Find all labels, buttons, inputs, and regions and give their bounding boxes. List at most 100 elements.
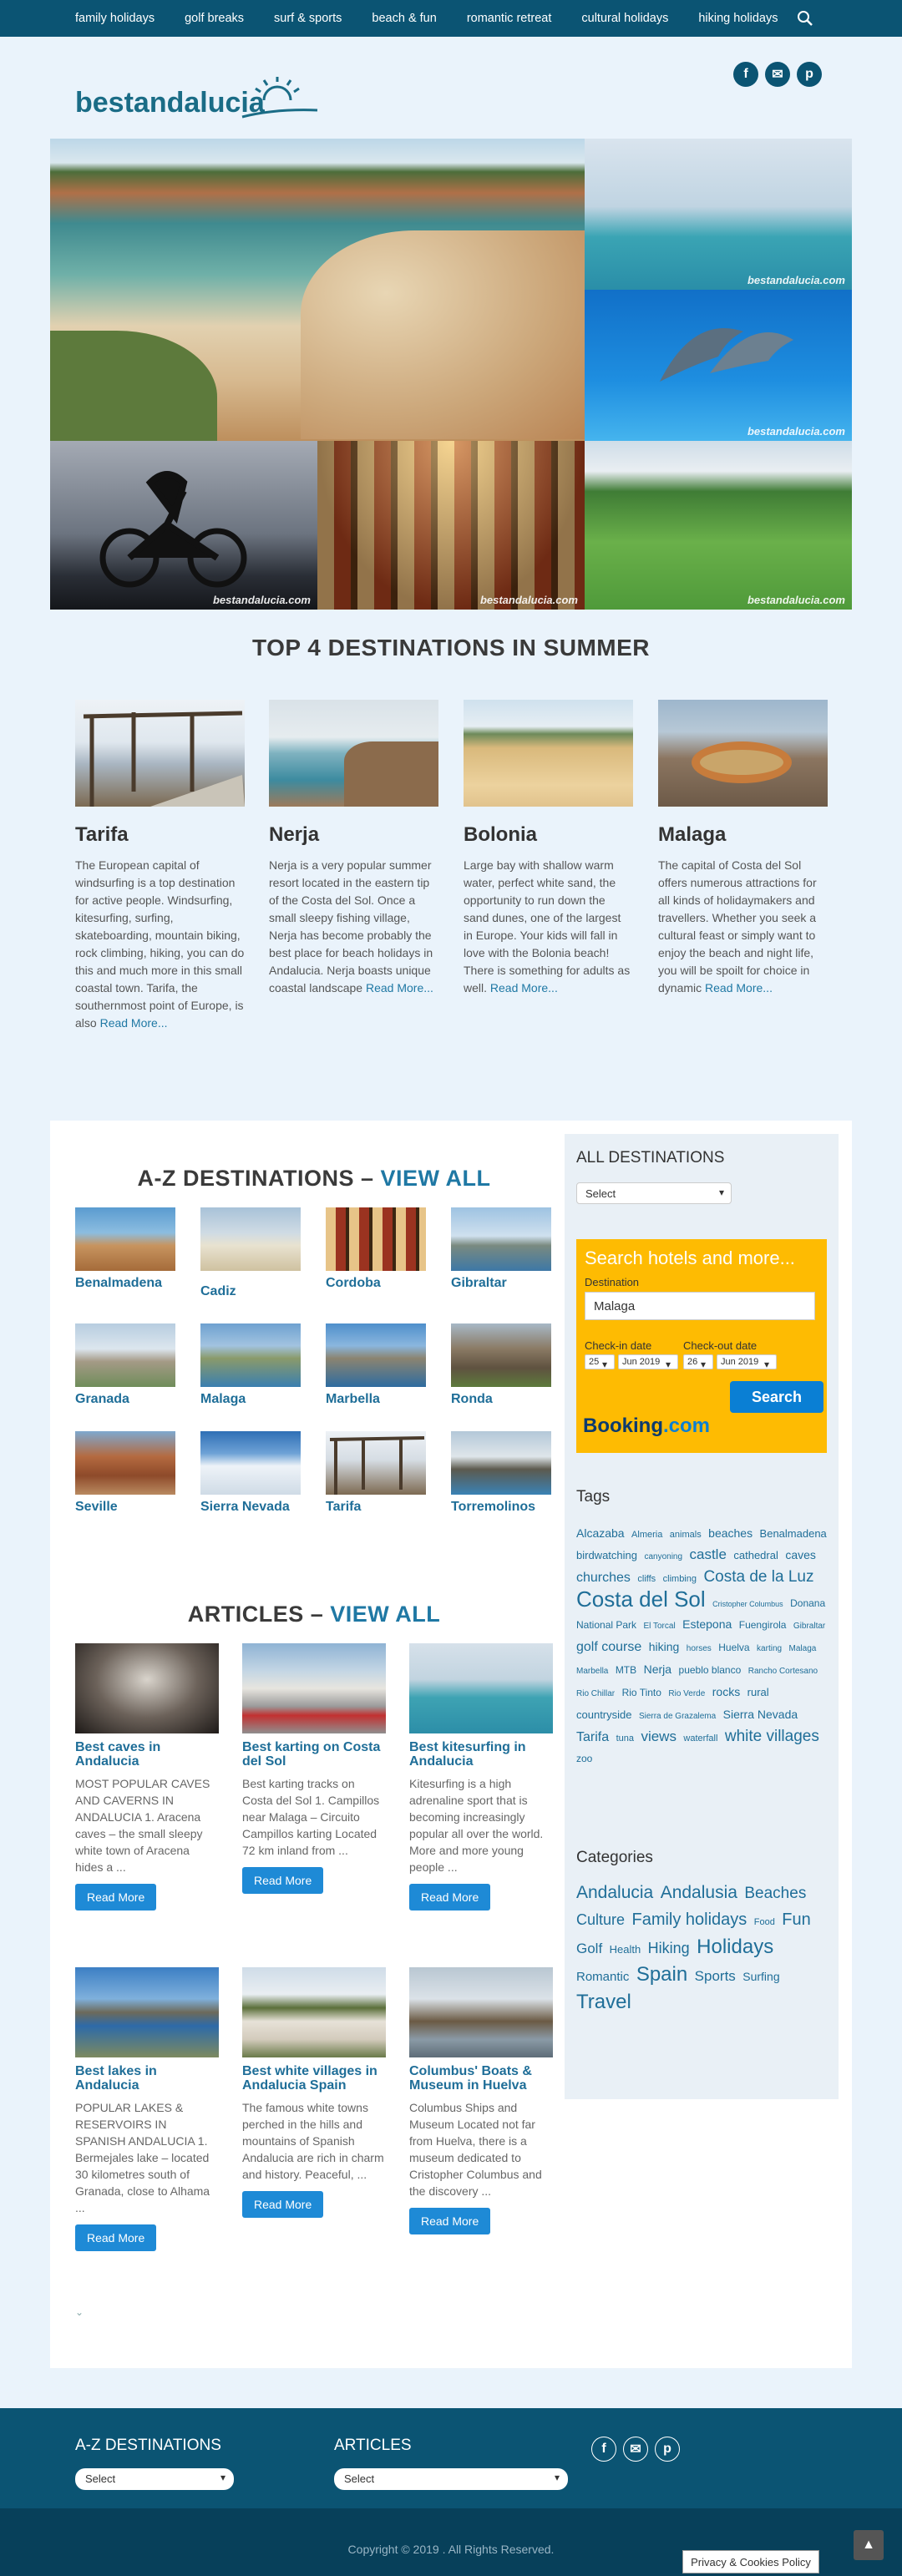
nav-cultural-holidays[interactable]: cultural holidays <box>581 12 668 25</box>
tag-link[interactable]: Fuengirola <box>739 1619 787 1631</box>
footer-articles-select[interactable]: Select <box>334 2468 568 2490</box>
tag-link[interactable]: golf course <box>576 1640 641 1654</box>
category-link[interactable]: Food <box>754 1917 775 1927</box>
read-more-button[interactable]: Read More <box>409 2208 491 2234</box>
az-item-cadiz[interactable]: Cadiz <box>200 1207 301 1299</box>
search-icon[interactable] <box>797 10 813 27</box>
checkin-day-select[interactable]: 25 <box>585 1354 615 1370</box>
dest-image[interactable] <box>75 700 245 807</box>
tag-link[interactable]: cliffs <box>637 1574 656 1584</box>
hero-beach-photo[interactable] <box>50 139 585 441</box>
dest-image[interactable] <box>269 700 438 807</box>
hero-mtb-photo[interactable]: bestandalucia.com <box>50 441 317 610</box>
nav-family-holidays[interactable]: family holidays <box>75 12 155 25</box>
tag-link[interactable]: pueblo blanco <box>679 1664 742 1676</box>
tag-link[interactable]: El Torcal <box>644 1622 676 1631</box>
facebook-icon[interactable]: f <box>733 62 758 87</box>
tag-link[interactable]: rocks <box>712 1685 740 1698</box>
category-link[interactable]: Surfing <box>742 1970 779 1983</box>
read-more-link[interactable]: Read More... <box>100 1016 168 1030</box>
article-title[interactable]: Best caves in Andalucia <box>75 1740 219 1769</box>
nav-golf-breaks[interactable]: golf breaks <box>185 12 244 25</box>
article-title[interactable]: Best kitesurfing in Andalucia <box>409 1740 553 1769</box>
pinterest-icon[interactable]: p <box>797 62 822 87</box>
tag-link[interactable]: Gibraltar <box>793 1622 825 1631</box>
article-image[interactable] <box>75 1967 219 2057</box>
category-link[interactable]: Sports <box>695 1968 736 1984</box>
tag-link[interactable]: Alcazaba <box>576 1526 625 1540</box>
dest-title[interactable]: Tarifa <box>75 823 245 847</box>
destination-input[interactable]: Malaga <box>585 1292 815 1320</box>
back-to-top-icon[interactable]: ▲ <box>854 2530 884 2560</box>
article-image[interactable] <box>409 1643 553 1733</box>
tag-link[interactable]: beaches <box>708 1526 753 1540</box>
category-link[interactable]: Travel <box>576 1991 631 2013</box>
tag-link[interactable]: cathedral <box>733 1549 778 1561</box>
category-link[interactable]: Hiking <box>648 1940 690 1956</box>
dest-image[interactable] <box>658 700 828 807</box>
tag-link[interactable]: animals <box>670 1530 702 1540</box>
tag-link[interactable]: MTB <box>616 1664 636 1676</box>
all-destinations-select[interactable]: Select <box>576 1182 732 1204</box>
az-item-seville[interactable]: Seville <box>75 1431 175 1515</box>
article-title[interactable]: Best lakes in Andalucia <box>75 2064 219 2093</box>
tag-link[interactable]: Sierra Nevada <box>723 1708 798 1721</box>
tag-link[interactable]: waterfall <box>683 1733 717 1743</box>
tag-link[interactable]: Malaga <box>789 1644 817 1653</box>
pinterest-icon[interactable]: p <box>655 2437 680 2462</box>
tag-link[interactable]: castle <box>690 1546 727 1562</box>
article-image[interactable] <box>409 1967 553 2057</box>
tag-link[interactable]: hiking <box>649 1640 680 1653</box>
dest-image[interactable] <box>464 700 633 807</box>
tag-link[interactable]: Marbella <box>576 1667 608 1676</box>
tag-link[interactable]: Rancho Cortesano <box>748 1667 818 1676</box>
tag-link[interactable]: Rio Chillar <box>576 1689 615 1698</box>
facebook-icon[interactable]: f <box>591 2437 616 2462</box>
hero-golf-photo[interactable]: bestandalucia.com <box>585 441 852 610</box>
category-link[interactable]: Beaches <box>744 1885 806 1902</box>
category-link[interactable]: Holidays <box>697 1936 773 1958</box>
articles-view-all-link[interactable]: VIEW ALL <box>330 1602 440 1627</box>
tag-link[interactable]: karting <box>757 1644 782 1653</box>
privacy-policy-button[interactable]: Privacy & Cookies Policy <box>682 2550 819 2573</box>
tag-link[interactable]: climbing <box>663 1574 697 1584</box>
category-link[interactable]: Culture <box>576 1911 625 1928</box>
tag-link[interactable]: Estepona <box>682 1617 732 1631</box>
read-more-link[interactable]: Read More... <box>366 981 433 994</box>
az-item-torremolinos[interactable]: Torremolinos <box>451 1431 551 1515</box>
hotel-search-button[interactable]: Search <box>730 1381 823 1413</box>
tag-link[interactable]: horses <box>687 1644 712 1653</box>
dest-title[interactable]: Malaga <box>658 823 828 847</box>
tag-link[interactable]: tuna <box>616 1733 634 1743</box>
checkout-day-select[interactable]: 26 <box>683 1354 713 1370</box>
az-item-malaga[interactable]: Malaga <box>200 1323 301 1407</box>
checkout-month-select[interactable]: Jun 2019 <box>717 1354 777 1370</box>
article-image[interactable] <box>242 1643 386 1733</box>
az-item-ronda[interactable]: Ronda <box>451 1323 551 1407</box>
tag-link[interactable]: Huelva <box>718 1642 749 1653</box>
read-more-button[interactable]: Read More <box>242 2191 324 2218</box>
article-title[interactable]: Best karting on Costa del Sol <box>242 1740 386 1769</box>
email-icon[interactable]: ✉ <box>623 2437 648 2462</box>
tag-link[interactable]: churches <box>576 1571 631 1585</box>
chevron-down-icon[interactable]: ⌄ <box>75 2306 84 2318</box>
site-logo[interactable]: bestandalucia <box>75 77 326 127</box>
nav-hiking-holidays[interactable]: hiking holidays <box>698 12 778 25</box>
tag-link[interactable]: birdwatching <box>576 1549 637 1561</box>
az-item-cordoba[interactable]: Cordoba <box>326 1207 426 1291</box>
tag-link[interactable]: white villages <box>725 1728 819 1745</box>
category-link[interactable]: Spain <box>636 1963 687 1986</box>
az-item-benalmadena[interactable]: Benalmadena <box>75 1207 175 1291</box>
article-image[interactable] <box>75 1643 219 1733</box>
az-item-tarifa[interactable]: Tarifa <box>326 1431 426 1515</box>
tag-link[interactable]: Benalmadena <box>760 1527 827 1540</box>
read-more-link[interactable]: Read More... <box>490 981 558 994</box>
tag-link[interactable]: Rio Tinto <box>622 1687 661 1698</box>
nav-surf-sports[interactable]: surf & sports <box>274 12 342 25</box>
tag-link[interactable]: views <box>641 1728 676 1744</box>
read-more-button[interactable]: Read More <box>75 1884 157 1910</box>
hero-mezquita-photo[interactable]: bestandalucia.com <box>317 441 585 610</box>
tag-link[interactable]: zoo <box>576 1753 592 1764</box>
nav-romantic-retreat[interactable]: romantic retreat <box>467 12 552 25</box>
article-title[interactable]: Best white villages in Andalucia Spain <box>242 2064 386 2093</box>
